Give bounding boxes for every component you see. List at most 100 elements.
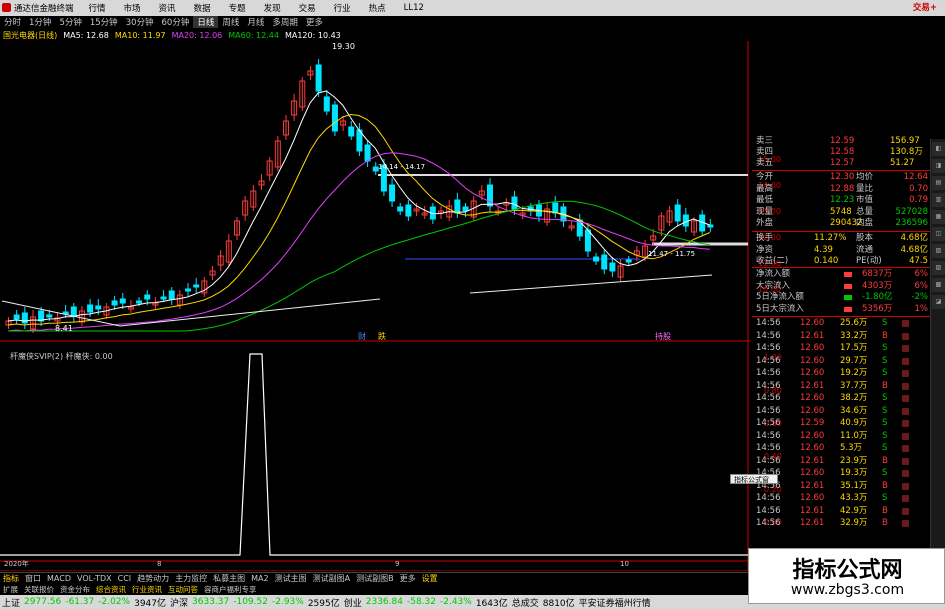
stat-value: 527028 [895,206,928,217]
index-sh-label[interactable]: 上证 [0,596,22,609]
subtab-welfare[interactable]: 容商户福利专享 [201,584,260,595]
period-60min[interactable]: 60分钟 [158,16,194,28]
flow-row: 大宗流入 4303万 6% [752,281,930,292]
tab-more[interactable]: 更多 [397,573,419,584]
period-more[interactable]: 更多 [302,16,327,28]
period-15min[interactable]: 15分钟 [86,16,122,28]
subtab-news[interactable]: 综合资讯 [93,584,129,595]
menu-item-l2[interactable]: LL12 [395,3,433,13]
candle-body [119,298,126,304]
tick-marker [902,345,909,352]
stat-label: 股本 [856,233,874,243]
subtab-extend[interactable]: 扩展 [0,584,21,595]
period-timeshare[interactable]: 分时 [0,16,25,28]
event-tag-hold[interactable]: 持股 [655,331,671,341]
index-cy-pct: -2.43% [439,597,472,607]
menu-item-discover[interactable]: 发现 [255,2,290,14]
tab-test-sub-b[interactable]: 测试副图B [353,573,397,584]
indicator-tab-bar: 指标 窗口 MACD VOL-TDX CCI 趋势动力 主力监控 私募主图 MA… [0,572,750,584]
subtab-related[interactable]: 关联报价 [21,584,57,595]
period-30min[interactable]: 30分钟 [122,16,158,28]
flow-value: 6837万 [862,269,893,279]
chart-annotations: 19.30 8.41 14.14 - 14.17 11.47 - 11.75 财… [4,42,695,568]
subtab-qa[interactable]: 互动问答 [165,584,201,595]
side-tab[interactable]: ◧ [932,142,945,156]
period-5min[interactable]: 5分钟 [55,16,85,28]
tick-time: 14:56 [756,318,781,328]
tick-marker [902,357,909,365]
tick-volume: 33.2万 [840,330,868,341]
tick-price: 12.60 [800,355,825,366]
menu-item-data[interactable]: 数据 [185,2,220,14]
menu-item-quotes[interactable]: 行情 [80,2,115,14]
index-cy-label[interactable]: 创业 [342,596,364,609]
tick-row: 14:56 12.59 40.9万 S [752,418,930,429]
tab-indicator[interactable]: 指标 [0,573,22,584]
menu-item-hot[interactable]: 热点 [360,2,395,14]
tab-private-main[interactable]: 私募主图 [210,573,248,584]
order-sell5: 卖五 12.57 51.27 [752,158,930,169]
menu-item-news[interactable]: 资讯 [150,2,185,14]
tab-test-sub-a[interactable]: 测试副图A [310,573,353,584]
tab-macd[interactable]: MACD [44,574,74,583]
tick-volume: 25.6万 [840,318,868,328]
side-tab[interactable]: ◪ [932,295,945,309]
tab-window[interactable]: 窗口 [22,573,44,584]
tab-trend[interactable]: 趋势动力 [134,573,172,584]
subtab-fund-dist[interactable]: 资金分布 [57,584,93,595]
period-monthly[interactable]: 月线 [243,16,268,28]
tick-price: 12.60 [800,430,825,441]
index-hs-label[interactable]: 沪深 [168,596,190,609]
formula-popup[interactable]: 指标公式窗 [730,474,778,484]
side-tab[interactable]: ▦ [932,210,945,224]
menu-item-trade[interactable]: 交易 [290,2,325,14]
tab-vol[interactable]: VOL-TDX [74,574,115,583]
period-daily[interactable]: 日线 [193,16,219,28]
tick-price: 12.60 [800,318,825,328]
event-tag-drop[interactable]: 跌 [378,331,386,341]
tick-volume: 32.9万 [840,518,868,528]
watermark-url: www.zbgs3.com [790,582,905,598]
side-tab[interactable]: ▧ [932,244,945,258]
kline-chart[interactable]: 19.30 8.41 14.14 - 14.17 11.47 - 11.75 财… [0,41,750,571]
side-tab[interactable]: ▥ [932,193,945,207]
tick-marker [902,520,909,527]
side-tab[interactable]: ▨ [932,261,945,275]
tick-volume: 42.9万 [840,505,868,516]
tab-ma2[interactable]: MA2 [248,574,271,583]
tick-price: 12.60 [800,368,825,378]
side-tab[interactable]: ◨ [932,159,945,173]
flow-label: 净流入额 [756,269,791,279]
menu-item-topics[interactable]: 专题 [220,2,255,14]
trade-brand-button[interactable]: 交易+ [913,1,937,13]
side-tab[interactable]: ▩ [932,278,945,292]
tick-side: S [882,343,888,353]
menu-item-industry[interactable]: 行业 [325,2,360,14]
tick-volume: 23.9万 [840,455,868,466]
side-tab[interactable]: ◫ [932,227,945,241]
menu-item-market[interactable]: 市场 [115,2,150,14]
tab-cci[interactable]: CCI [115,574,135,583]
event-tag-finance[interactable]: 财 [358,331,366,341]
subtab-industry-news[interactable]: 行业资讯 [129,584,165,595]
period-multi[interactable]: 多周期 [268,16,302,28]
stat-label: 总量 [856,206,874,217]
tab-test-main[interactable]: 测试主图 [272,573,310,584]
period-weekly[interactable]: 周线 [218,16,243,28]
tick-price: 12.60 [800,443,825,453]
side-tab[interactable]: ▤ [932,176,945,190]
stat-row: 净资 4.39 流通 4.68亿 [752,245,930,256]
tab-main-monitor[interactable]: 主力监控 [172,573,210,584]
tick-row: 14:56 12.60 19.3万 S [752,468,930,479]
tab-settings[interactable]: 设置 [419,573,441,584]
divider [752,267,930,268]
side-tabs: ◧ ◨ ▤ ▥ ▦ ◫ ▧ ▨ ▩ ◪ [930,139,945,549]
flow-label: 大宗流入 [756,280,791,291]
tick-volume: 43.3万 [840,493,868,503]
tick-marker [902,382,909,390]
tick-volume: 17.5万 [840,343,868,353]
period-1min[interactable]: 1分钟 [25,16,55,28]
low-price-label: 8.41 [55,324,73,333]
flow-row: 5日大宗流入 5356万 1% [752,304,930,315]
tick-time: 14:56 [756,405,781,416]
